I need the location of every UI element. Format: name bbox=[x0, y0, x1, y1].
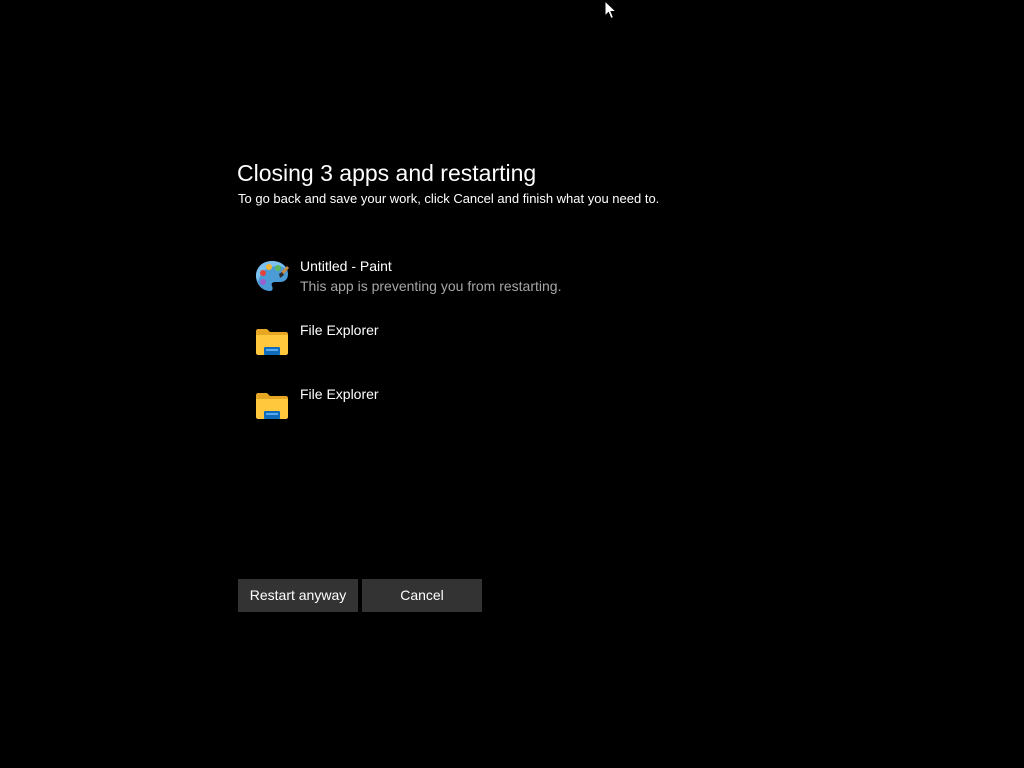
restart-anyway-button[interactable]: Restart anyway bbox=[238, 579, 358, 612]
list-item-file-explorer: File Explorer bbox=[254, 320, 754, 384]
app-name: File Explorer bbox=[300, 322, 379, 338]
blocking-apps-list: Untitled - Paint This app is preventing … bbox=[254, 256, 754, 448]
page-title: Closing 3 apps and restarting bbox=[237, 160, 537, 186]
restart-screen: Closing 3 apps and restarting To go back… bbox=[0, 0, 1024, 768]
app-status: This app is preventing you from restarti… bbox=[300, 278, 562, 294]
app-name: File Explorer bbox=[300, 386, 379, 402]
cancel-button[interactable]: Cancel bbox=[362, 579, 482, 612]
folder-icon bbox=[254, 322, 290, 358]
paint-palette-icon bbox=[254, 258, 290, 294]
app-name: Untitled - Paint bbox=[300, 258, 392, 274]
list-item-paint: Untitled - Paint This app is preventing … bbox=[254, 256, 754, 320]
folder-icon bbox=[254, 386, 290, 422]
list-item-file-explorer: File Explorer bbox=[254, 384, 754, 448]
page-subtitle: To go back and save your work, click Can… bbox=[238, 191, 660, 206]
mouse-pointer-icon bbox=[604, 0, 618, 20]
